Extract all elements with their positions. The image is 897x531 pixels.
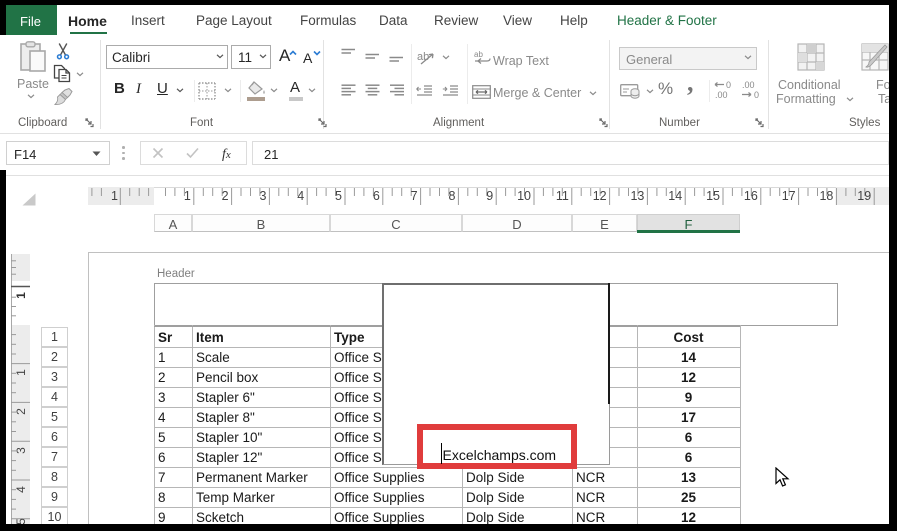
svg-text:0: 0: [726, 80, 731, 90]
svg-text:.00: .00: [742, 80, 755, 90]
svg-text:0: 0: [754, 90, 759, 100]
svg-text:ab: ab: [417, 51, 429, 63]
svg-text:.00: .00: [715, 90, 728, 100]
svg-text:ab: ab: [474, 50, 483, 59]
